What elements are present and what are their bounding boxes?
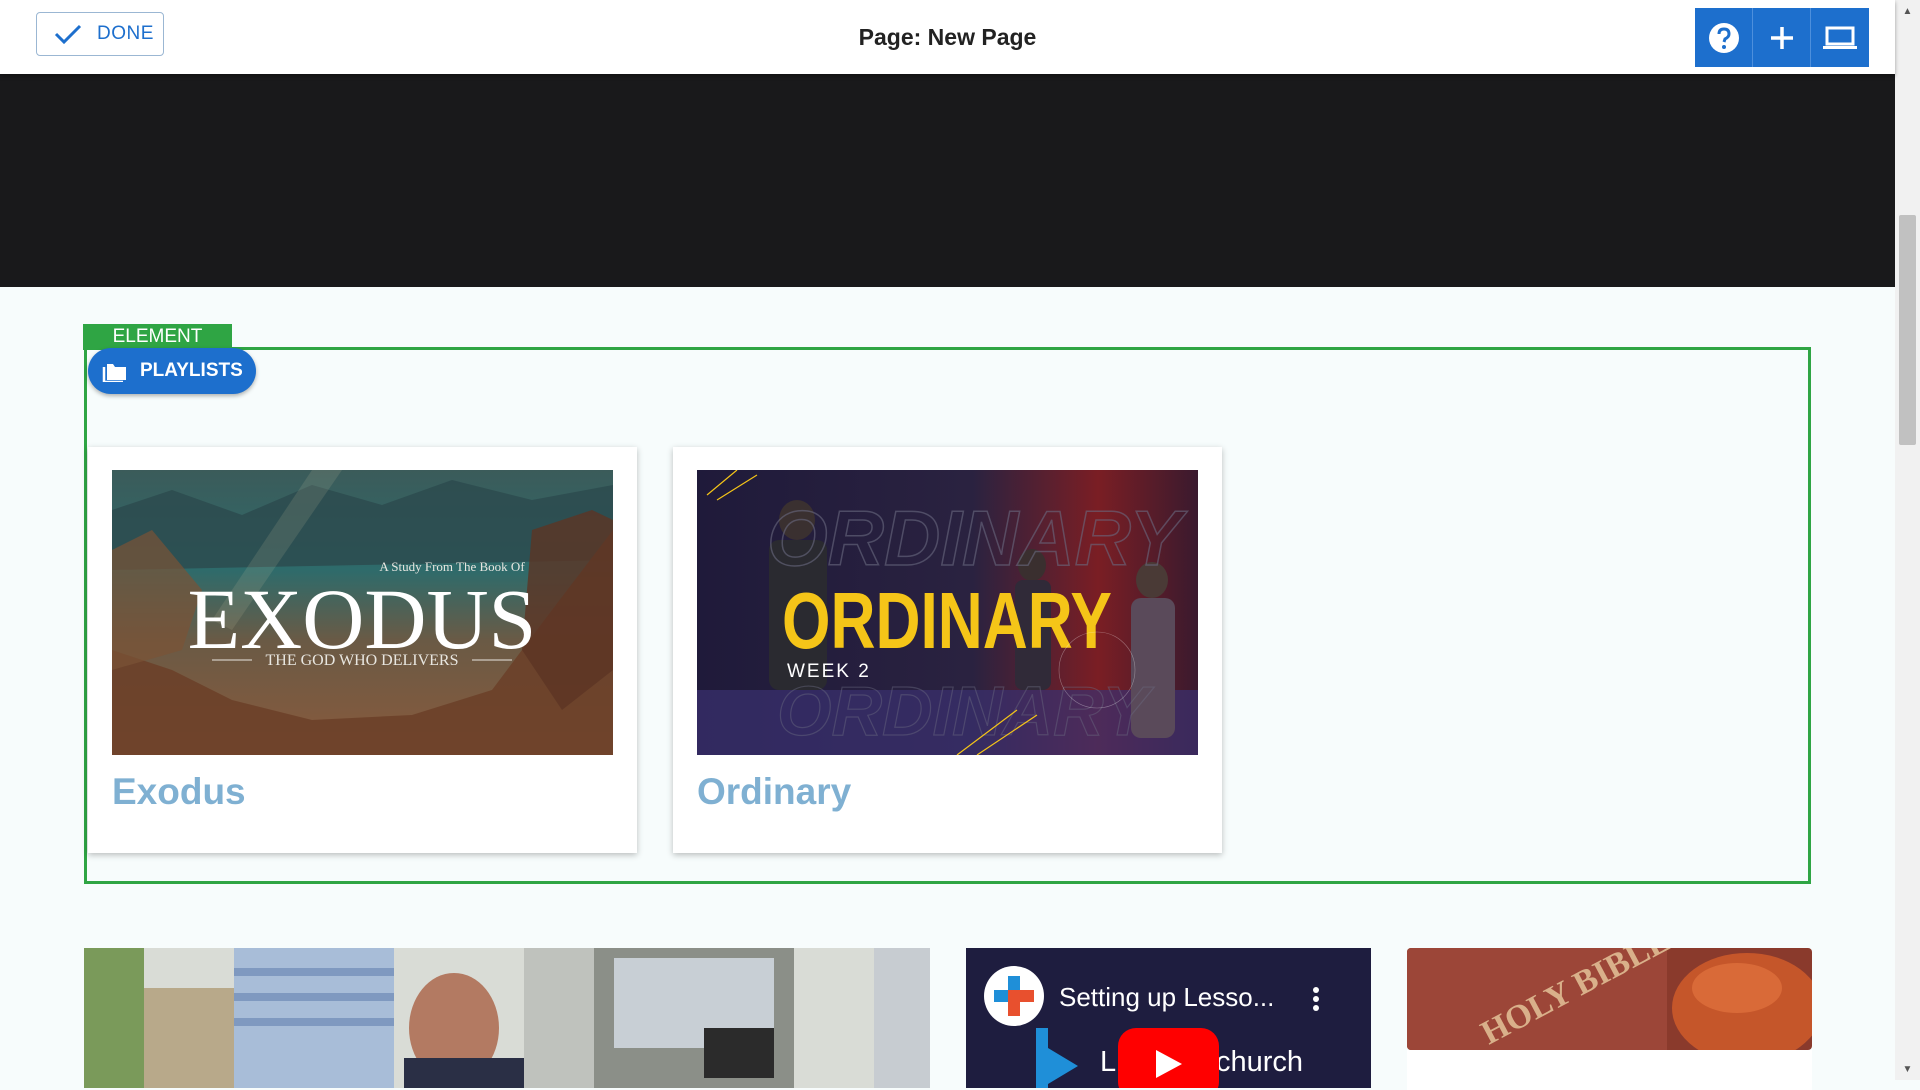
video-title[interactable]: Setting up Lesso... bbox=[1059, 982, 1274, 1013]
more-options-icon[interactable] bbox=[1312, 986, 1320, 1012]
hero-banner bbox=[0, 74, 1895, 287]
scroll-up-arrow-icon[interactable]: ▲ bbox=[1895, 0, 1920, 22]
ordinary-thumbnail[interactable]: ORDINARY ORDINARY WEEK 2 ORDINARY bbox=[697, 470, 1198, 755]
video-subtitle-left: L bbox=[1100, 1046, 1117, 1078]
scroll-down-arrow-icon[interactable]: ▼ bbox=[1895, 1058, 1920, 1080]
laptop-icon bbox=[1823, 26, 1857, 49]
device-preview-button[interactable] bbox=[1811, 8, 1869, 67]
ordinary-title: ORDINARY bbox=[782, 576, 1112, 665]
vertical-scrollbar[interactable]: ▲ ▼ bbox=[1895, 0, 1920, 1080]
exodus-thumbnail[interactable]: A Study From The Book Of EXODUS THE GOD … bbox=[112, 470, 613, 755]
playlists-label: PLAYLISTS bbox=[140, 360, 243, 381]
add-button[interactable] bbox=[1753, 8, 1811, 67]
lessons-logo-icon bbox=[1036, 1028, 1078, 1088]
playlist-name[interactable]: Ordinary bbox=[697, 771, 851, 813]
svg-text:ORDINARY: ORDINARY bbox=[777, 672, 1154, 750]
channel-logo bbox=[984, 966, 1044, 1026]
svg-text:ORDINARY: ORDINARY bbox=[767, 494, 1188, 582]
playlist-card-exodus[interactable]: A Study From The Book Of EXODUS THE GOD … bbox=[88, 447, 637, 853]
playlist-name[interactable]: Exodus bbox=[112, 771, 246, 813]
exodus-subtitle: THE GOD WHO DELIVERS bbox=[265, 652, 458, 669]
toolbar-actions bbox=[1695, 8, 1869, 67]
top-toolbar: DONE Page: New Page bbox=[0, 0, 1895, 74]
video-embed[interactable]: Setting up Lesso... L church bbox=[966, 948, 1371, 1088]
help-button[interactable] bbox=[1695, 8, 1753, 67]
photo-people-outdoors bbox=[84, 948, 930, 1088]
help-icon bbox=[1708, 22, 1739, 53]
playlists-button[interactable]: PLAYLISTS bbox=[88, 348, 256, 394]
scroll-thumb[interactable] bbox=[1899, 215, 1916, 445]
page-title: Page: New Page bbox=[858, 24, 1037, 50]
play-button[interactable] bbox=[1118, 1028, 1219, 1088]
photo-holy-bible: HOLY BIBLE bbox=[1407, 948, 1812, 1050]
play-icon bbox=[1155, 1050, 1182, 1078]
card-body bbox=[1407, 1050, 1812, 1090]
add-icon bbox=[1770, 26, 1793, 49]
folder-icon bbox=[102, 364, 126, 382]
video-subtitle-right: church bbox=[1216, 1046, 1304, 1078]
playlist-card-ordinary[interactable]: ORDINARY ORDINARY WEEK 2 ORDINARY Ordina… bbox=[673, 447, 1222, 853]
